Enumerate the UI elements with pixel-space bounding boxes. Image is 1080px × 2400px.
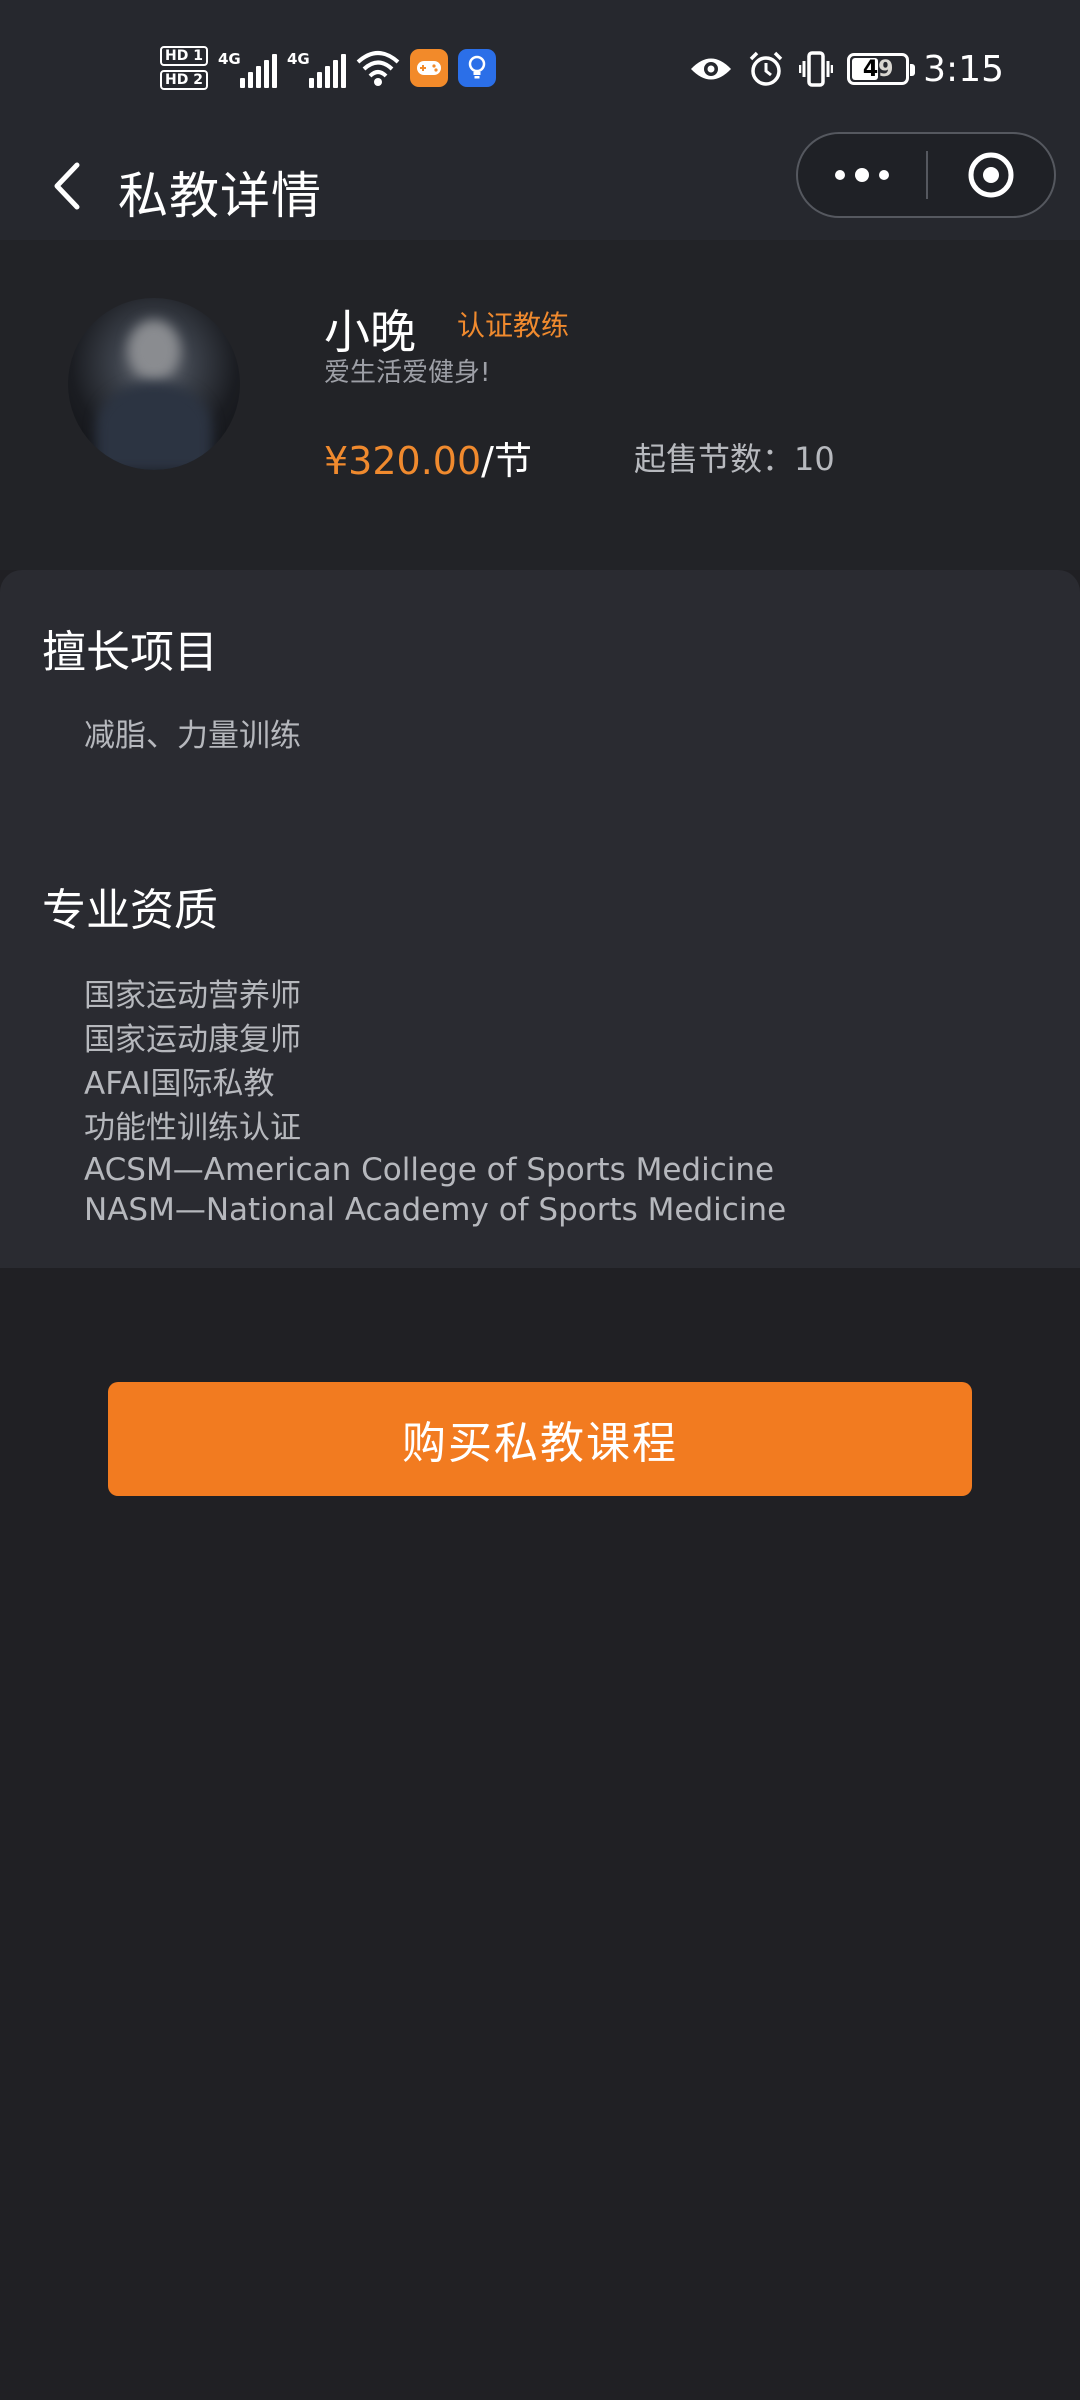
sim2-label: HD 2 [160,70,208,90]
qualification-item: 功能性训练认证 [84,1110,301,1146]
battery-level: 49 [862,56,894,82]
battery-icon: 49 [847,53,916,85]
price-unit: /节 [481,439,532,483]
more-dot-icon [835,170,845,180]
game-app-icon [409,49,448,87]
qualifications-title: 专业资质 [42,885,218,936]
status-right: 49 3:15 [689,44,1004,94]
status-left: HD 1 HD 2 4G 4G [160,36,496,100]
mini-program-capsule [796,132,1056,218]
eye-icon [691,58,732,80]
session-price: ¥320.00 [324,439,482,483]
signal-2-icon: 4G [287,48,346,88]
certified-badge: 认证教练 [457,309,570,342]
alarm-icon [749,51,783,86]
buy-course-button[interactable]: 购买私教课程 [108,1382,972,1496]
qualification-item: AFAI国际私教 [84,1066,275,1102]
status-bar: HD 1 HD 2 4G 4G 49 3:15 [0,0,1080,132]
qualification-item: ACSM—American College of Sports Medicine [84,1152,775,1188]
coach-profile: 小晚 认证教练 爱生活爱健身! ¥320.00/节 起售节数：10 [0,240,1080,570]
specialty-title: 擅长项目 [42,627,218,678]
coach-avatar[interactable] [68,298,240,470]
min-sessions: 起售节数：10 [634,440,835,478]
status-time: 3:15 [923,48,1004,90]
specialty-text: 减脂、力量训练 [84,718,301,754]
network2-label: 4G [286,50,310,68]
more-dot-icon [855,168,869,182]
target-close-icon [968,152,1014,198]
sim1-indicator: HD 1 [160,46,208,66]
coach-info-card: 擅长项目 减脂、力量训练 专业资质 国家运动营养师 国家运动康复师 AFAI国际… [0,570,1080,1268]
qualification-item: 国家运动营养师 [84,978,301,1014]
sim-indicators: HD 1 HD 2 [160,46,208,90]
close-mini-program-button[interactable] [928,134,1054,216]
wifi-icon [356,51,400,86]
coach-motto: 爱生活爱健身! [324,358,491,388]
sim2-indicator: HD 2 [160,70,208,90]
back-arrow-icon [54,162,80,210]
back-button[interactable] [36,154,100,218]
sim1-label: HD 1 [160,46,208,66]
page-title: 私教详情 [118,167,322,225]
more-button[interactable] [798,134,926,216]
signal-1-icon: 4G [218,48,277,88]
network1-label: 4G [217,50,241,68]
price-row: ¥320.00/节 [324,430,532,485]
qualification-item: NASM—National Academy of Sports Medicine [84,1192,787,1228]
qualification-item: 国家运动康复师 [84,1022,301,1058]
more-dot-icon [879,170,889,180]
qualifications-list: 国家运动营养师 国家运动康复师 AFAI国际私教 功能性训练认证 ACSM—Am… [84,974,786,1230]
bulb-app-icon [457,49,496,87]
nav-bar: 私教详情 [0,132,1080,240]
vibrate-icon [799,51,834,87]
